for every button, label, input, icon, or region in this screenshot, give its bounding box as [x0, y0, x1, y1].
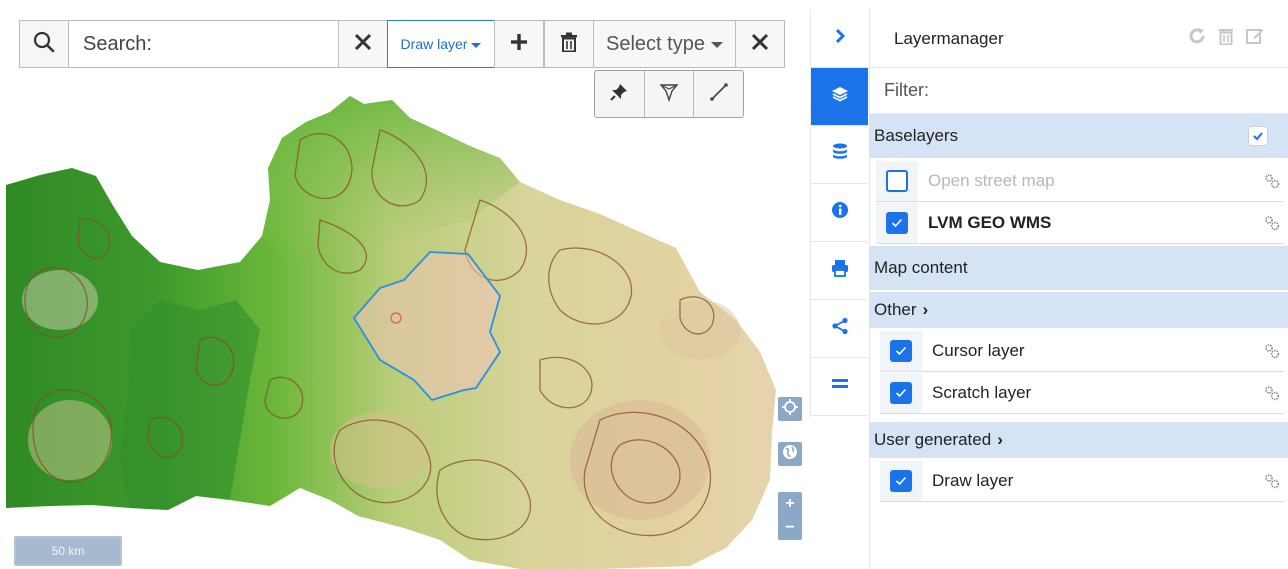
settings-icon[interactable]: [1260, 385, 1284, 401]
rail-info-button[interactable]: [811, 184, 868, 242]
polygon-icon: [658, 81, 680, 108]
panel-header-actions: [1188, 27, 1264, 50]
settings-icon[interactable]: [1260, 173, 1284, 189]
rail-print-button[interactable]: [811, 242, 868, 300]
layer-row-cursor-layer[interactable]: Cursor layer: [880, 330, 1284, 372]
layer-manager-panel: Layermanager Filter: Baselayers Open str…: [869, 10, 1288, 569]
caret-down-icon: [710, 42, 723, 48]
pin-icon: [609, 82, 629, 107]
layer-checkbox[interactable]: [890, 469, 912, 492]
settings-icon[interactable]: [1260, 473, 1284, 489]
caret-down-icon: [471, 42, 482, 48]
crosshair-icon: [782, 398, 798, 420]
close-icon: [750, 32, 770, 57]
checkbox-wrapper: [876, 160, 918, 201]
globe-icon: [782, 444, 798, 465]
group-header-other[interactable]: Other ›: [870, 292, 1288, 330]
draw-layer-dropdown[interactable]: Draw layer: [387, 20, 495, 68]
group-header-user-generated[interactable]: User generated ›: [870, 422, 1288, 460]
sidebar-rail: [810, 10, 868, 418]
zoom-in-button[interactable]: +: [785, 496, 794, 512]
group-title: Other: [874, 300, 917, 319]
menu-icon: [831, 377, 849, 396]
rail-database-button[interactable]: [811, 126, 868, 184]
share-icon: [831, 317, 849, 340]
line-icon: [709, 82, 729, 107]
layer-checkbox[interactable]: [890, 381, 912, 404]
baselayers-toggle-all-checkbox[interactable]: [1248, 126, 1268, 146]
checkbox-wrapper: [876, 202, 918, 243]
database-icon: [832, 143, 848, 166]
panel-title: Layermanager: [894, 28, 1004, 48]
close-icon: [353, 32, 373, 57]
layer-checkbox[interactable]: [886, 211, 908, 234]
search-input[interactable]: Search:: [69, 20, 339, 68]
map-content-header: Map content: [870, 246, 1288, 292]
search-icon: [33, 31, 55, 58]
clear-search-button[interactable]: [338, 20, 388, 68]
checkbox-wrapper: [880, 460, 922, 501]
baselayers-title: Baselayers: [874, 126, 959, 145]
chevron-right-icon: [832, 28, 848, 49]
draw-geometry-tools: [594, 70, 744, 118]
globe-button[interactable]: [778, 442, 802, 466]
baselayers-header[interactable]: Baselayers: [870, 114, 1288, 160]
chevron-right-icon: ›: [922, 300, 929, 319]
plus-icon: [509, 32, 529, 57]
info-icon: [831, 201, 849, 224]
print-icon: [831, 259, 849, 282]
checkbox-wrapper: [880, 330, 922, 371]
locate-button[interactable]: [778, 397, 802, 421]
layer-row-scratch-layer[interactable]: Scratch layer: [880, 372, 1284, 414]
filter-input[interactable]: Filter:: [870, 68, 1288, 114]
select-type-dropdown[interactable]: Select type: [593, 20, 736, 68]
panel-header: Layermanager: [870, 10, 1288, 68]
rail-collapse-button[interactable]: [811, 10, 868, 68]
search-button[interactable]: [19, 20, 69, 68]
rail-layers-button[interactable]: [811, 68, 868, 126]
layers-icon: [831, 85, 849, 108]
zoom-control: + −: [778, 492, 802, 540]
trash-icon[interactable]: [1218, 27, 1234, 50]
layer-checkbox[interactable]: [886, 169, 908, 192]
draw-point-button[interactable]: [595, 71, 645, 117]
refresh-icon[interactable]: [1188, 27, 1206, 50]
draw-line-button[interactable]: [694, 71, 743, 117]
layer-label: LVM GEO WMS: [928, 212, 1052, 232]
layer-row-draw-layer[interactable]: Draw layer: [880, 460, 1284, 502]
map-view[interactable]: Search: Draw layer Select type + − 50 km: [0, 0, 806, 569]
delete-layer-button[interactable]: [544, 20, 594, 68]
settings-icon[interactable]: [1260, 215, 1284, 231]
add-layer-button[interactable]: [494, 20, 544, 68]
layer-label: Draw layer: [932, 470, 1014, 490]
layer-row-lvm-geo-wms[interactable]: LVM GEO WMS: [876, 202, 1284, 244]
zoom-out-button[interactable]: −: [785, 520, 794, 536]
trash-icon: [560, 32, 578, 57]
rail-menu-button[interactable]: [811, 358, 868, 416]
group-title: User generated: [874, 430, 992, 449]
chevron-right-icon: ›: [997, 430, 1003, 449]
layer-label: Open street map: [928, 170, 1055, 190]
layer-checkbox[interactable]: [890, 339, 912, 362]
scale-label: 50 km: [51, 544, 85, 558]
checkbox-wrapper: [880, 372, 922, 413]
settings-icon[interactable]: [1260, 343, 1284, 359]
layer-row-open-street-map[interactable]: Open street map: [876, 160, 1284, 202]
scale-bar: 50 km: [14, 536, 122, 566]
layer-label: Cursor layer: [932, 340, 1025, 360]
rail-share-button[interactable]: [811, 300, 868, 358]
map-content-title: Map content: [874, 258, 968, 277]
edit-icon[interactable]: [1246, 27, 1264, 50]
layer-label: Scratch layer: [932, 382, 1032, 402]
close-drawing-button[interactable]: [735, 20, 785, 68]
select-type-label: Select type: [606, 32, 705, 55]
draw-layer-label: Draw layer: [400, 36, 468, 52]
draw-polygon-button[interactable]: [645, 71, 695, 117]
